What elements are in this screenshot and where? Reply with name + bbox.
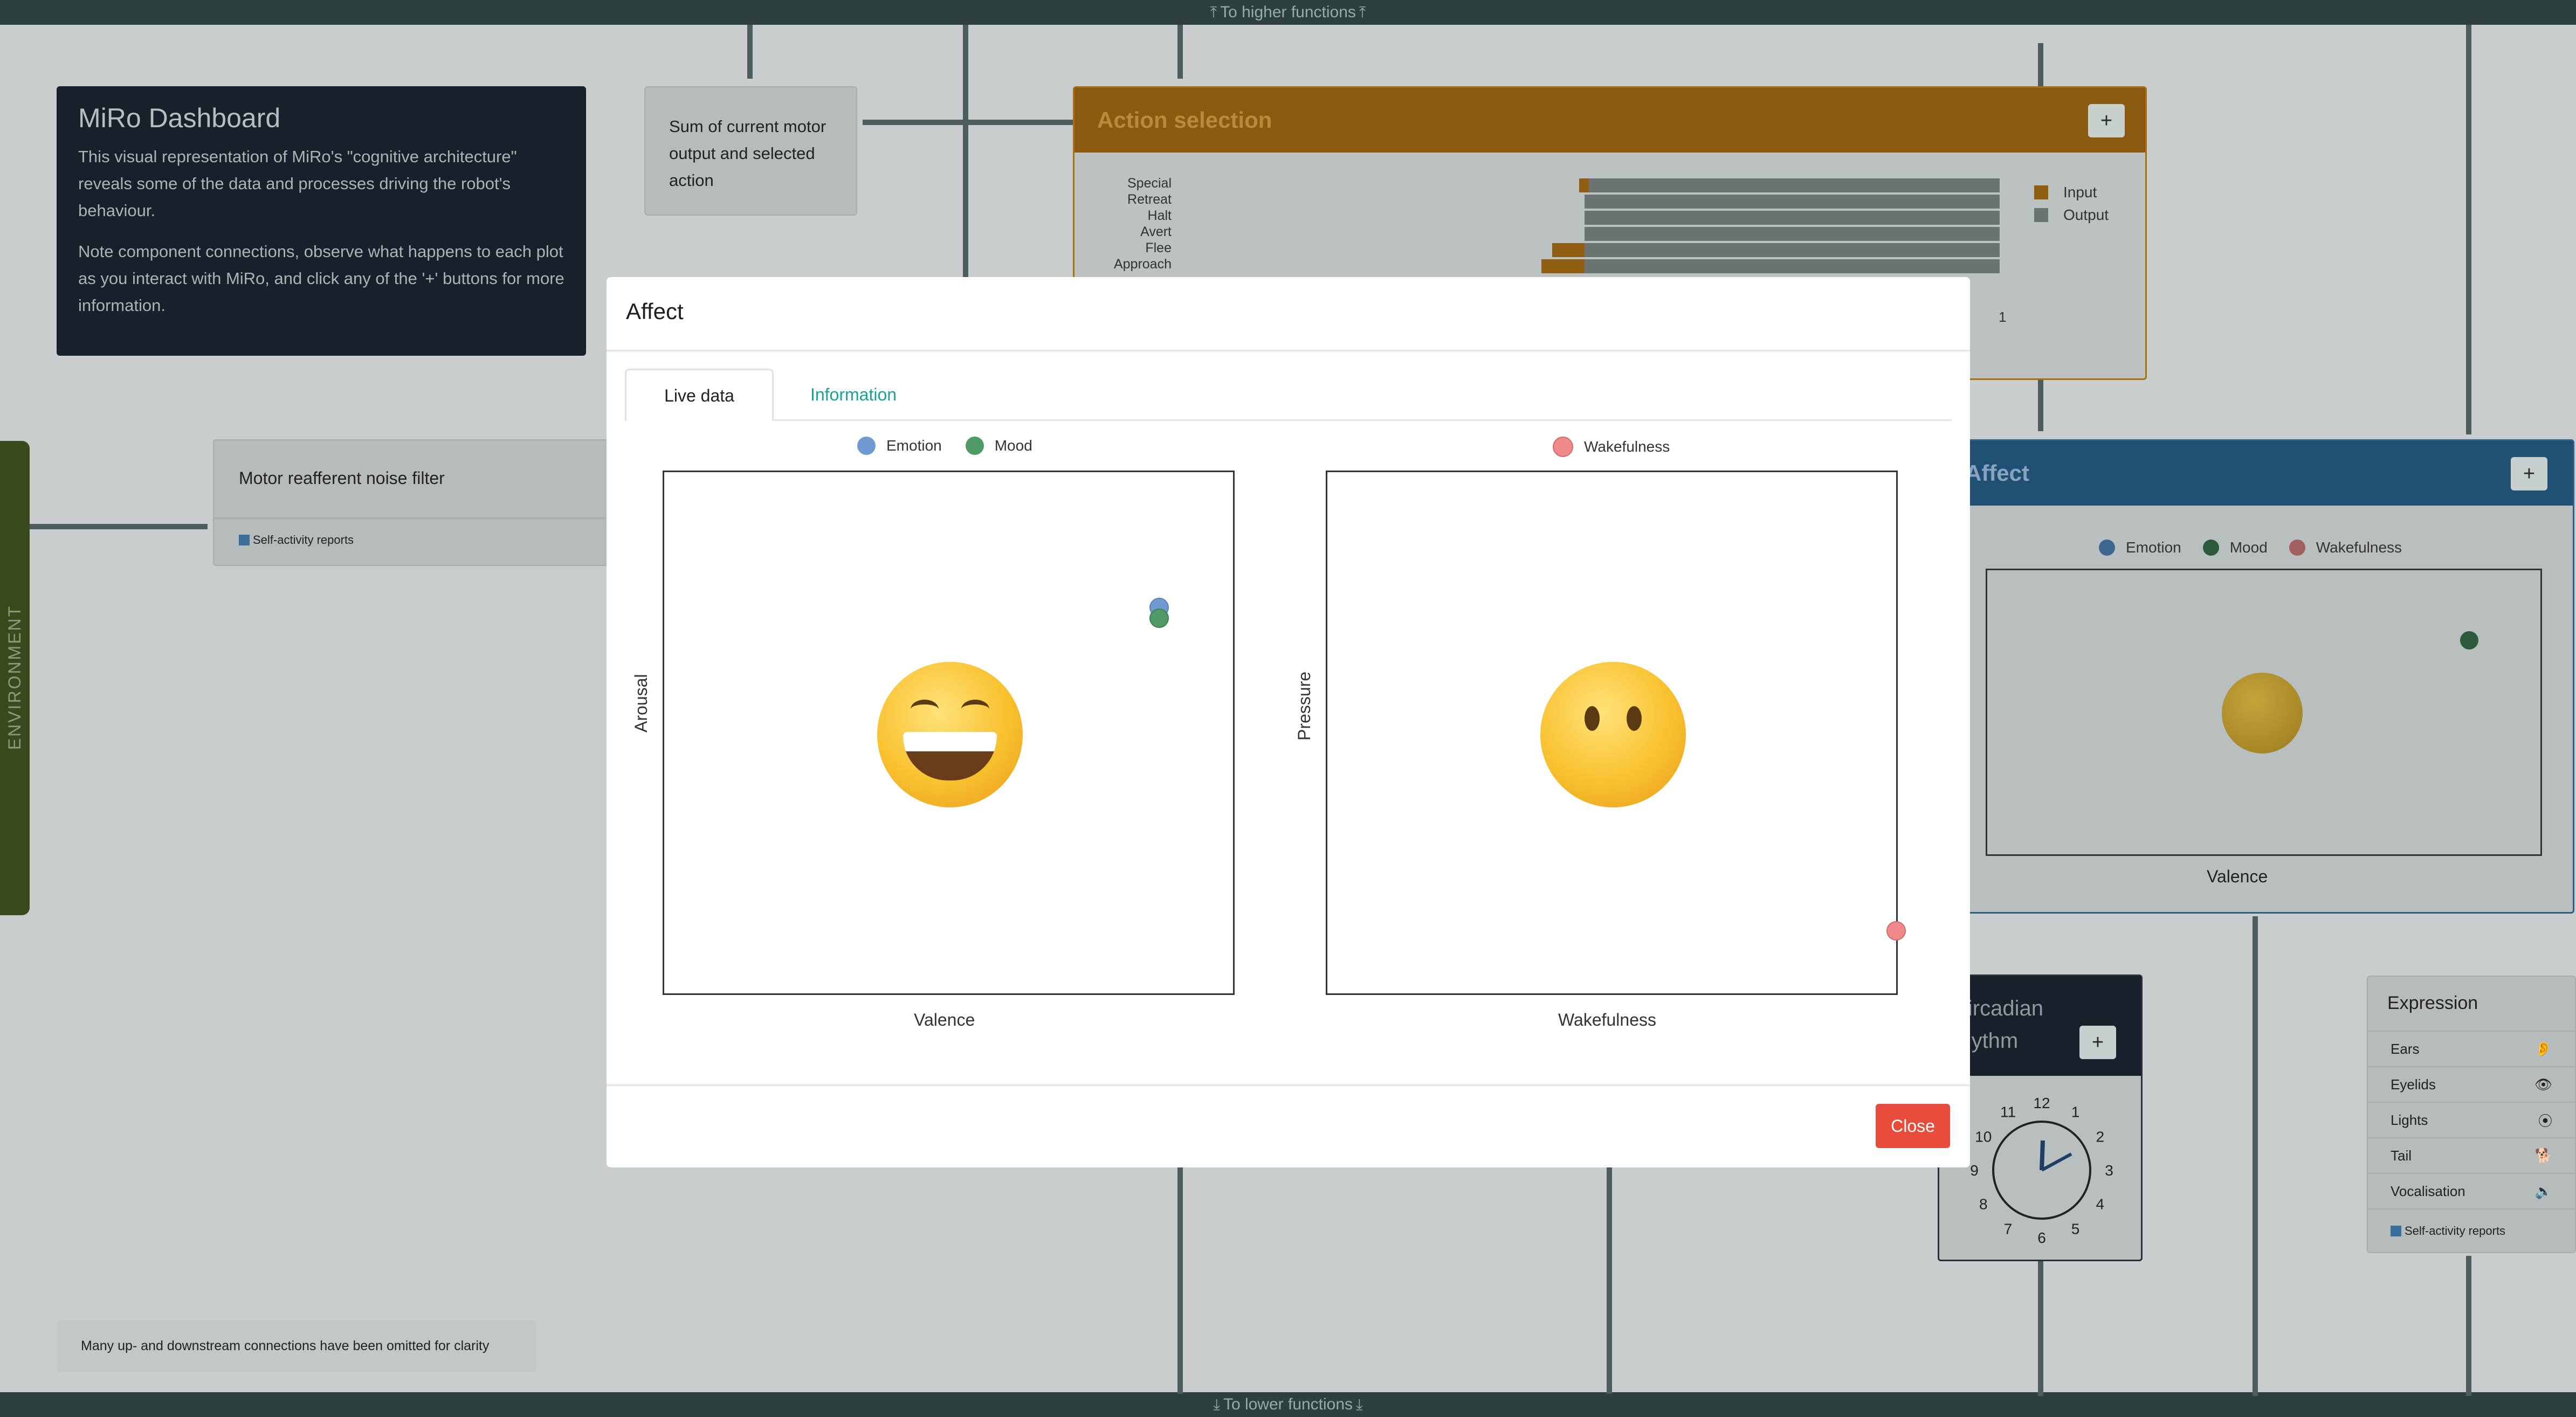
plot2-xlabel: Wakefulness bbox=[1558, 1010, 1656, 1029]
wakefulness-dot bbox=[1553, 437, 1573, 457]
plot1-xlabel: Valence bbox=[914, 1010, 975, 1029]
close-button[interactable]: Close bbox=[1876, 1104, 1950, 1148]
wakefulness-pressure-plot bbox=[1326, 471, 1906, 995]
modal-footer-divider bbox=[607, 1084, 1970, 1086]
legend-wakefulness: Wakefulness bbox=[1584, 438, 1670, 455]
modal-header-divider bbox=[607, 350, 1970, 351]
plot2-legend: Wakefulness bbox=[1553, 437, 1670, 457]
modal-title: Affect bbox=[626, 299, 684, 324]
plot1-legend: Emotion Mood bbox=[857, 437, 1032, 455]
ylabel-text: Arousal bbox=[631, 674, 651, 733]
tab-information[interactable]: Information bbox=[779, 369, 928, 421]
tab-live-data[interactable]: Live data bbox=[625, 369, 774, 421]
legend-emotion: Emotion bbox=[886, 437, 942, 454]
plot2-ylabel: Pressure bbox=[1294, 633, 1314, 741]
affect-modal: Affect Live data Information Emotion Moo… bbox=[607, 277, 1970, 1167]
legend-mood: Mood bbox=[994, 437, 1032, 454]
plot1-ylabel: Arousal bbox=[631, 625, 651, 733]
emotion-dot bbox=[857, 437, 876, 455]
mood-point bbox=[1149, 608, 1169, 628]
ylabel-text: Pressure bbox=[1294, 671, 1314, 741]
wakefulness-point bbox=[1886, 921, 1906, 941]
mood-dot bbox=[965, 437, 984, 455]
tab-divider bbox=[774, 419, 1952, 421]
grinning-face-icon bbox=[877, 662, 1023, 807]
valence-arousal-plot bbox=[663, 471, 1235, 995]
neutral-face-icon bbox=[1540, 662, 1686, 807]
